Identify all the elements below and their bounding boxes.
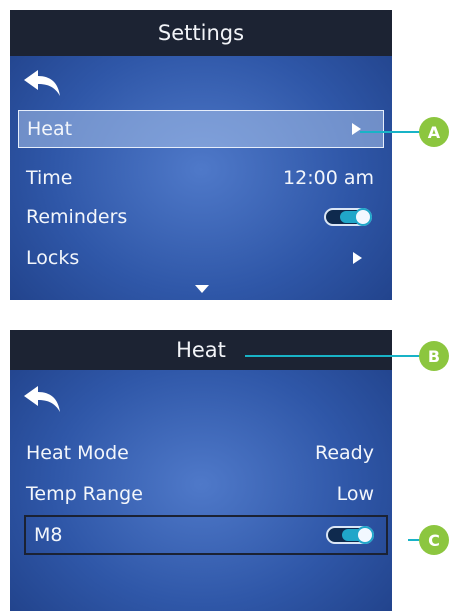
- settings-screen: Settings Heat Time 12:00 am Reminders Lo…: [10, 10, 392, 300]
- callout-badge-a: A: [419, 117, 449, 147]
- time-value: 12:00 am: [283, 167, 374, 189]
- toggle-knob: [356, 526, 374, 544]
- heat-screen: Heat Heat Mode Ready Temp Range Low M8: [10, 330, 392, 611]
- heat-title: Heat: [10, 330, 392, 370]
- menu-item-label: Locks: [26, 247, 80, 269]
- back-arrow-icon[interactable]: [22, 384, 62, 414]
- back-arrow-icon[interactable]: [22, 68, 62, 98]
- menu-item-label: Heat: [27, 118, 73, 140]
- heat-mode-value: Ready: [315, 442, 374, 464]
- menu-item-heat[interactable]: Heat: [18, 110, 384, 148]
- temp-range-value: Low: [336, 483, 374, 505]
- settings-title: Settings: [10, 10, 392, 56]
- menu-item-label: Temp Range: [26, 483, 143, 505]
- menu-item-reminders[interactable]: Reminders: [18, 198, 384, 236]
- menu-item-label: Reminders: [26, 206, 128, 228]
- scroll-down-arrow-icon[interactable]: [195, 285, 209, 293]
- menu-item-m8[interactable]: M8: [24, 515, 388, 555]
- arrow-right-icon: [352, 123, 361, 135]
- callout-badge-b: B: [419, 341, 449, 371]
- toggle-knob: [354, 208, 372, 226]
- menu-item-label: Heat Mode: [26, 442, 129, 464]
- menu-item-label: Time: [26, 167, 73, 189]
- callout-line-a: [360, 131, 424, 133]
- menu-item-temp-range[interactable]: Temp Range Low: [18, 475, 384, 513]
- menu-item-heat-mode[interactable]: Heat Mode Ready: [18, 434, 384, 472]
- callout-line-b: [245, 355, 425, 357]
- menu-item-locks[interactable]: Locks: [18, 239, 384, 277]
- arrow-right-icon: [353, 252, 362, 264]
- m8-toggle[interactable]: [326, 526, 374, 544]
- reminders-toggle[interactable]: [324, 208, 372, 226]
- menu-item-label: M8: [34, 524, 63, 546]
- menu-item-time[interactable]: Time 12:00 am: [18, 159, 384, 197]
- callout-badge-c: C: [419, 525, 449, 555]
